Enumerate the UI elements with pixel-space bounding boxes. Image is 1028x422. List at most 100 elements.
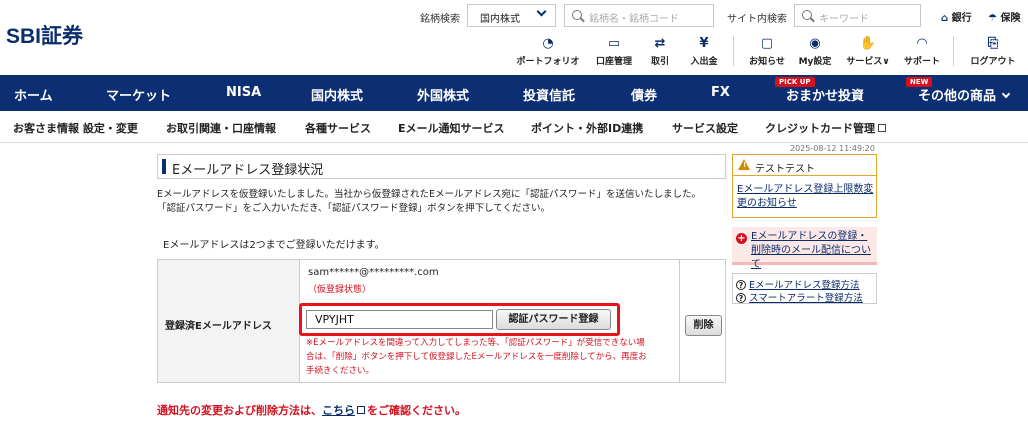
notice-icon: ▢: [760, 36, 774, 51]
nav-nisa[interactable]: NISA: [226, 85, 261, 100]
registered-email-table: 登録済Eメールアドレス sam******@*********.com （仮登録…: [157, 259, 726, 383]
timestamp: 2025-08-12 11:49:20: [790, 144, 875, 153]
delete-button[interactable]: 削除: [685, 315, 722, 336]
notice-label: お知らせ: [749, 57, 785, 67]
trade-button[interactable]: ⇄ 取引: [645, 36, 675, 67]
subnav-points-external-id[interactable]: ポイント・外部ID連携: [531, 120, 643, 136]
headset-icon: ◠: [917, 36, 927, 51]
subnav-email-notification[interactable]: Eメール通知サービス: [398, 120, 505, 136]
trade-icon: ⇄: [654, 36, 666, 51]
email-delivery-alert: + Eメールアドレスの登録・削除時のメール配信について: [732, 227, 877, 270]
insurance-link-label: 保険: [1000, 13, 1021, 24]
deposit-label: 入出金: [690, 57, 718, 67]
portfolio-icon: ◔: [542, 36, 554, 51]
chevron-down-icon: ∨: [882, 57, 890, 67]
notice-link[interactable]: こちら: [322, 404, 355, 417]
external-link-icon: [878, 124, 886, 132]
insurance-link[interactable]: ☂ 保険: [988, 9, 1020, 24]
market-select-value: 国内株式: [480, 14, 520, 25]
notice-suffix: をご確認ください。: [367, 404, 466, 417]
question-icon: ?: [736, 280, 746, 290]
divider: [733, 36, 734, 66]
user-settings-icon: ◉: [809, 36, 821, 51]
nav-other-products[interactable]: その他の商品: [918, 85, 1011, 104]
nav-home[interactable]: ホーム: [14, 85, 53, 104]
table-header-label: 登録済Eメールアドレス: [165, 321, 272, 332]
nav-domestic-stocks[interactable]: 国内株式: [311, 85, 363, 104]
trade-label: 取引: [650, 57, 669, 67]
test-notice-title: テストテスト: [755, 164, 815, 175]
notice-button[interactable]: ▢ お知らせ: [745, 36, 789, 67]
email-delivery-link[interactable]: Eメールアドレスの登録・削除時のメール配信について: [751, 230, 876, 272]
subnav-customer-info[interactable]: お客さま情報 設定・変更: [13, 120, 138, 136]
divider: [953, 36, 954, 66]
service-button[interactable]: ✋ サービス∨: [841, 36, 895, 67]
search-icon: [572, 10, 582, 20]
message-line-1: Eメールアドレスを仮登録いたしました。当社から仮登録されたEメールアドレス宛に「…: [157, 189, 702, 200]
nav-investment-trusts[interactable]: 投資信託: [523, 85, 575, 104]
subnav-credit-card[interactable]: クレジットカード管理: [765, 120, 886, 136]
plus-circle-icon: +: [736, 233, 747, 244]
registered-email: sam******@*********.com: [308, 267, 439, 278]
nav-market[interactable]: マーケット: [106, 85, 171, 104]
auth-password-input[interactable]: VPYJHT: [306, 310, 493, 329]
table-header-cell: 登録済Eメールアドレス: [158, 260, 300, 382]
search-icon: [802, 10, 812, 20]
support-button[interactable]: ◠ サポート: [900, 36, 944, 67]
nav-fx[interactable]: FX: [711, 85, 730, 100]
subnav-service-settings[interactable]: サービス設定: [672, 120, 738, 136]
page-title-box: Eメールアドレス登録状況: [157, 154, 726, 179]
yen-transfer-icon: ¥: [699, 36, 709, 51]
pending-status: （仮登録状態）: [308, 285, 372, 295]
portfolio-button[interactable]: ◔ ポートフォリオ: [512, 36, 584, 67]
deposit-button[interactable]: ¥ 入出金: [684, 36, 724, 67]
nav-bonds[interactable]: 債券: [631, 85, 657, 104]
email-registration-help-link[interactable]: ? Eメールアドレス登録方法: [736, 277, 860, 291]
subnav-services[interactable]: 各種サービス: [305, 120, 371, 136]
logout-label: ログアウト: [970, 57, 1016, 67]
main-nav: ホーム マーケット NISA 国内株式 外国株式 投資信託 債券 FX PICK…: [0, 75, 1028, 111]
service-icon: ✋: [859, 36, 877, 51]
site-search-label: サイト内検索: [727, 14, 787, 25]
page-title: Eメールアドレス登録状況: [172, 163, 324, 178]
message-line-2: 「認証パスワード」をご入力いただき、「認証パスワード登録」ボタンを押下してくださ…: [157, 203, 551, 214]
test-notice-header: ! テストテスト: [733, 155, 876, 176]
my-settings-label: My設定: [798, 57, 832, 67]
column-divider: [679, 260, 680, 382]
logout-button[interactable]: ⎘ ログアウト: [966, 36, 1020, 67]
portfolio-label: ポートフォリオ: [516, 57, 580, 67]
test-notice-box: ! テストテスト Eメールアドレス登録上限数変更のお知らせ: [732, 154, 877, 218]
warning-line-1: ※Eメールアドレスを間違って入力してしまった等、「認証パスワード」が受信できない…: [306, 338, 645, 348]
nav-other-products-label: その他の商品: [918, 89, 997, 104]
email-limit-change-link[interactable]: Eメールアドレス登録上限数変更のお知らせ: [737, 183, 875, 211]
title-accent-bar: [162, 159, 166, 174]
bank-icon: ⌂: [941, 13, 949, 24]
umbrella-icon: ☂: [988, 13, 997, 24]
logout-icon: ⎘: [987, 36, 999, 51]
help-links-box: ? Eメールアドレス登録方法 ? スマートアラート登録方法: [732, 273, 877, 304]
sub-nav: お客さま情報 設定・変更 お取引関連・口座情報 各種サービス Eメール通知サービ…: [0, 111, 1028, 143]
register-auth-password-button[interactable]: 認証パスワード登録: [496, 309, 611, 330]
warning-line-2: 合は、「削除」ボタンを押下して仮登録したEメールアドレスを一度削除してから、再度…: [306, 352, 647, 362]
email-limit-note: Eメールアドレスは2つまでご登録いただけます。: [163, 240, 385, 251]
market-select[interactable]: 国内株式: [467, 4, 556, 27]
subnav-trading-account[interactable]: お取引関連・口座情報: [166, 120, 276, 136]
my-settings-button[interactable]: ◉ My設定: [796, 36, 834, 67]
nav-robo-advisor[interactable]: おまかせ投資: [786, 85, 864, 104]
site-search-placeholder: キーワード: [819, 14, 869, 25]
nav-foreign-stocks[interactable]: 外国株式: [417, 85, 469, 104]
service-label: サービス: [846, 57, 883, 67]
stock-search-label: 銘柄検索: [420, 14, 460, 25]
bank-link[interactable]: ⌂ 銀行: [941, 9, 972, 24]
support-label: サポート: [903, 57, 940, 67]
stock-search-input[interactable]: 銘柄名・銘柄コード: [564, 4, 714, 27]
wallet-icon: ▭: [607, 36, 621, 51]
stock-search-placeholder: 銘柄名・銘柄コード: [589, 14, 679, 25]
sbi-logo[interactable]: SBI証券: [6, 20, 83, 50]
site-search-input[interactable]: キーワード: [794, 4, 921, 27]
account-button[interactable]: ▭ 口座管理: [591, 36, 637, 67]
account-label: 口座管理: [595, 57, 632, 67]
smart-alert-help-link[interactable]: ? スマートアラート登録方法: [736, 290, 863, 304]
smart-alert-help-label: スマートアラート登録方法: [749, 293, 863, 304]
notice-text: 通知先の変更および削除方法は、こちら をご確認ください。: [157, 402, 466, 418]
